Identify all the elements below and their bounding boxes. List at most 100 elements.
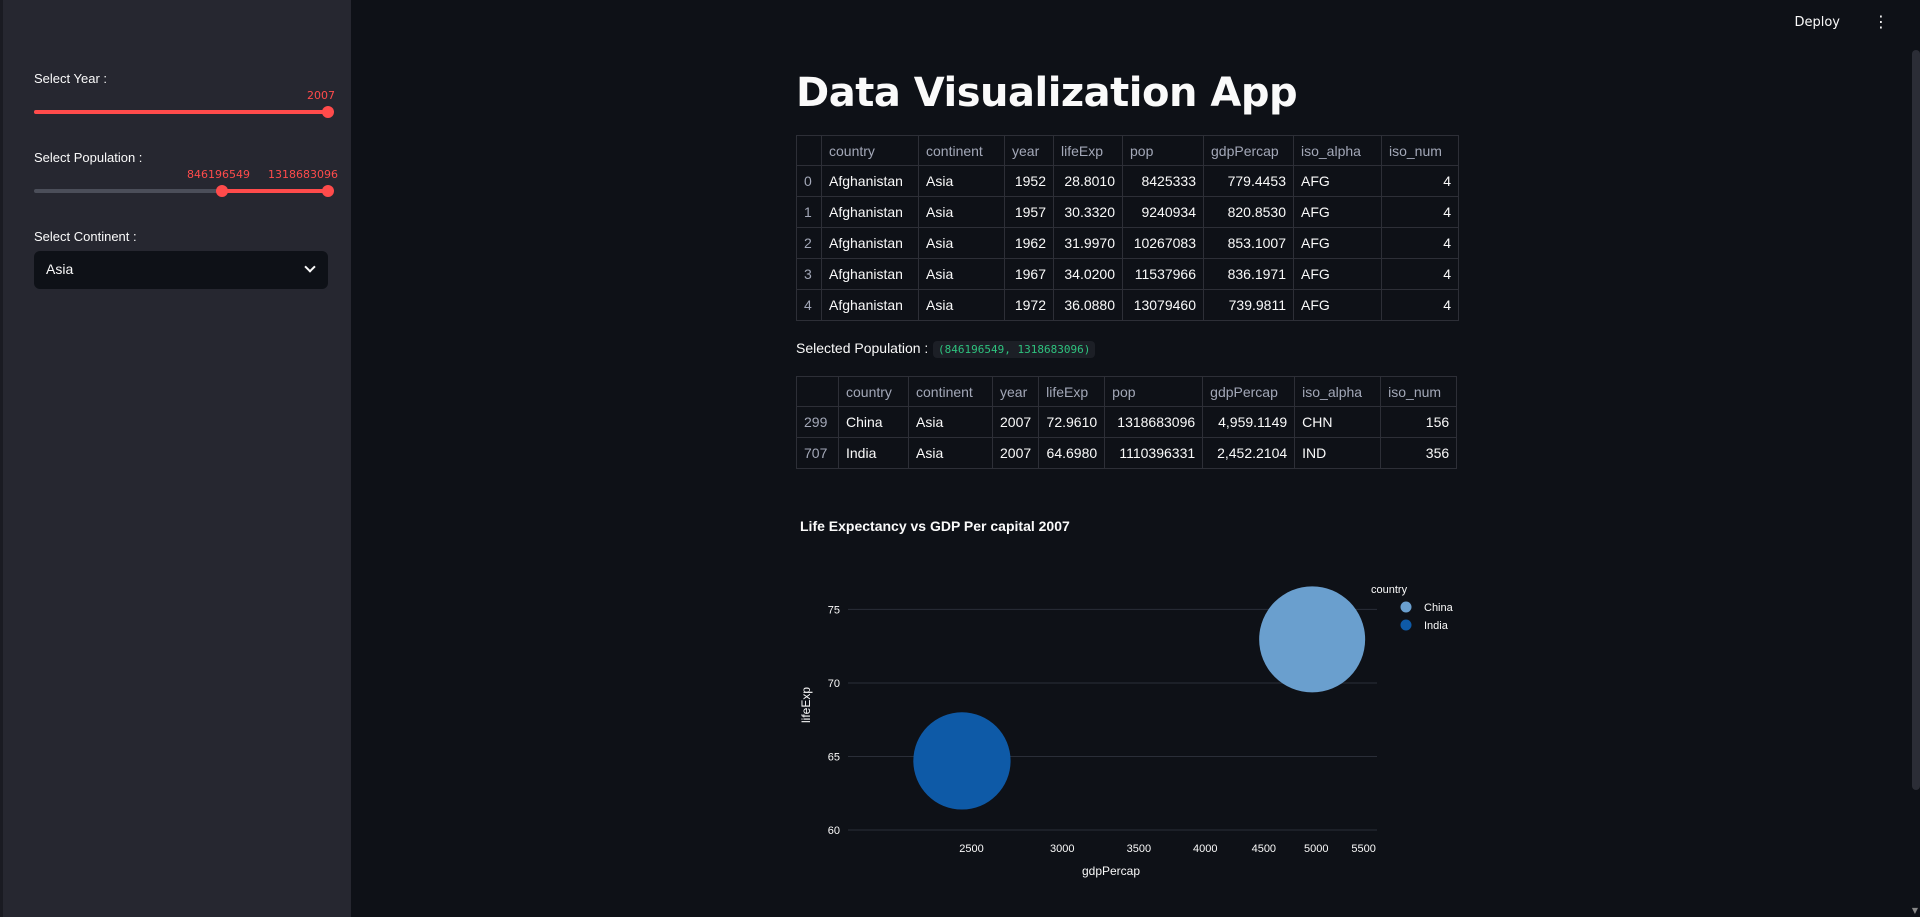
table-cell[interactable]: 30.3320 xyxy=(1053,196,1123,228)
table-row[interactable]: 707 India Asia 2007 64.6980 1110396331 2,452.2… xyxy=(796,437,1458,469)
table-cell[interactable]: AFG xyxy=(1293,196,1382,228)
table-cell[interactable]: 1972 xyxy=(1004,289,1054,321)
table-cell[interactable]: 2,452.2104 xyxy=(1202,437,1296,469)
table-cell[interactable]: 31.9970 xyxy=(1053,227,1123,259)
table-cell[interactable]: 11537966 xyxy=(1122,258,1204,290)
table-cell[interactable]: Asia xyxy=(918,165,1005,197)
table-cell[interactable]: Afghanistan xyxy=(821,258,919,290)
row-index-cell[interactable]: 1 xyxy=(796,196,822,228)
table-cell[interactable]: 4 xyxy=(1381,289,1459,321)
table-cell[interactable]: 64.6980 xyxy=(1038,437,1106,469)
table-cell[interactable]: Asia xyxy=(918,258,1005,290)
table-cell[interactable]: 1962 xyxy=(1004,227,1054,259)
column-header[interactable]: pop xyxy=(1104,376,1204,407)
table-cell[interactable]: 13079460 xyxy=(1122,289,1204,321)
filtered-table[interactable]: country continent year lifeExp pop gdpPercap i… xyxy=(796,376,1458,469)
column-header[interactable]: iso_num xyxy=(1381,135,1459,166)
table-cell[interactable]: 36.0880 xyxy=(1053,289,1123,321)
table-row[interactable]: 4 Afghanistan Asia 1972 36.0880 13079460 739.9… xyxy=(796,289,1459,321)
table-cell[interactable]: AFG xyxy=(1293,165,1382,197)
data-table-head[interactable]: country continent year lifeExp pop gdpPercap i… xyxy=(796,135,1459,321)
table-row[interactable]: 0 Afghanistan Asia 1952 28.8010 8425333 779.44… xyxy=(796,165,1459,197)
table-cell[interactable]: 4,959.1149 xyxy=(1202,406,1296,438)
table-cell[interactable]: China xyxy=(838,406,909,438)
column-header[interactable]: country xyxy=(821,135,919,166)
column-header[interactable]: gdpPercap xyxy=(1202,376,1296,407)
table-cell[interactable]: 4 xyxy=(1381,258,1459,290)
year-slider-thumb[interactable] xyxy=(322,106,334,118)
table-cell[interactable]: 4 xyxy=(1381,165,1459,197)
table-cell[interactable]: 2007 xyxy=(991,437,1040,469)
table-cell[interactable]: 8425333 xyxy=(1122,165,1204,197)
row-index-cell[interactable]: 707 xyxy=(796,437,839,469)
table-cell[interactable]: India xyxy=(838,437,909,469)
table-cell[interactable]: 34.0200 xyxy=(1053,258,1123,290)
table-cell[interactable]: Afghanistan xyxy=(821,196,919,228)
table-cell[interactable]: 72.9610 xyxy=(1038,406,1106,438)
column-header[interactable]: continent xyxy=(918,135,1005,166)
table-cell[interactable]: 739.9811 xyxy=(1203,289,1294,321)
table-cell[interactable]: 28.8010 xyxy=(1053,165,1123,197)
row-index-cell[interactable]: 0 xyxy=(796,165,822,197)
table-cell[interactable]: Asia xyxy=(918,227,1005,259)
table-cell[interactable]: 156 xyxy=(1380,406,1458,438)
table-cell[interactable]: 836.1971 xyxy=(1203,258,1294,290)
population-slider-max-thumb[interactable] xyxy=(322,185,334,197)
table-cell[interactable]: 1952 xyxy=(1004,165,1054,197)
table-cell[interactable]: 779.4453 xyxy=(1203,165,1294,197)
year-slider[interactable] xyxy=(34,106,334,118)
scroll-down-arrow-icon[interactable]: ▼ xyxy=(1912,906,1918,915)
population-slider-min-thumb[interactable] xyxy=(216,185,228,197)
kebab-icon[interactable]: ⋮ xyxy=(1873,14,1889,30)
deploy-button[interactable]: Deploy xyxy=(1794,15,1840,30)
population-slider[interactable] xyxy=(34,185,334,197)
table-cell[interactable]: 1110396331 xyxy=(1104,437,1204,469)
row-index-cell[interactable]: 4 xyxy=(796,289,822,321)
table-cell[interactable]: Asia xyxy=(918,196,1005,228)
table-cell[interactable]: 356 xyxy=(1380,437,1458,469)
table-cell[interactable]: IND xyxy=(1294,437,1382,469)
table-cell[interactable]: 1318683096 xyxy=(1104,406,1204,438)
table-cell[interactable]: 9240934 xyxy=(1122,196,1204,228)
table-cell[interactable]: Afghanistan xyxy=(821,289,919,321)
table-cell[interactable]: 10267083 xyxy=(1122,227,1204,259)
column-header[interactable]: pop xyxy=(1122,135,1204,166)
table-cell[interactable]: AFG xyxy=(1293,258,1382,290)
table-row[interactable]: 299 China Asia 2007 72.9610 1318683096 4,959.1… xyxy=(796,406,1458,438)
table-cell[interactable]: Asia xyxy=(908,437,993,469)
column-header[interactable] xyxy=(796,376,839,407)
scrollbar[interactable] xyxy=(1912,50,1920,790)
table-cell[interactable]: 1957 xyxy=(1004,196,1054,228)
column-header[interactable]: country xyxy=(838,376,909,407)
table-cell[interactable]: Asia xyxy=(918,289,1005,321)
column-header[interactable]: iso_alpha xyxy=(1293,135,1382,166)
column-header[interactable]: lifeExp xyxy=(1038,376,1106,407)
column-header[interactable]: gdpPercap xyxy=(1203,135,1294,166)
table-cell[interactable]: 853.1007 xyxy=(1203,227,1294,259)
table-row[interactable]: 2 Afghanistan Asia 1962 31.9970 10267083 853.1… xyxy=(796,227,1459,259)
column-header[interactable]: iso_num xyxy=(1380,376,1458,407)
column-header[interactable]: year xyxy=(991,376,1040,407)
row-index-cell[interactable]: 3 xyxy=(796,258,822,290)
table-cell[interactable]: Asia xyxy=(908,406,993,438)
table-cell[interactable]: 820.8530 xyxy=(1203,196,1294,228)
table-row[interactable]: 1 Afghanistan Asia 1957 30.3320 9240934 820.85… xyxy=(796,196,1459,228)
column-header[interactable]: year xyxy=(1004,135,1054,166)
column-header[interactable]: lifeExp xyxy=(1053,135,1123,166)
table-cell[interactable]: CHN xyxy=(1294,406,1382,438)
table-cell[interactable]: 4 xyxy=(1381,196,1459,228)
table-cell[interactable]: 2007 xyxy=(991,406,1040,438)
row-index-cell[interactable]: 299 xyxy=(796,406,839,438)
table-cell[interactable]: Afghanistan xyxy=(821,227,919,259)
table-row[interactable]: 3 Afghanistan Asia 1967 34.0200 11537966 836.1… xyxy=(796,258,1459,290)
continent-select[interactable]: Asia xyxy=(34,251,328,289)
row-index-cell[interactable]: 2 xyxy=(796,227,822,259)
table-cell[interactable]: 1967 xyxy=(1004,258,1054,290)
table-cell[interactable]: 4 xyxy=(1381,227,1459,259)
column-header[interactable]: iso_alpha xyxy=(1294,376,1382,407)
table-cell[interactable]: AFG xyxy=(1293,227,1382,259)
column-header[interactable]: continent xyxy=(908,376,993,407)
table-cell[interactable]: AFG xyxy=(1293,289,1382,321)
table-cell[interactable]: Afghanistan xyxy=(821,165,919,197)
column-header[interactable] xyxy=(796,135,822,166)
